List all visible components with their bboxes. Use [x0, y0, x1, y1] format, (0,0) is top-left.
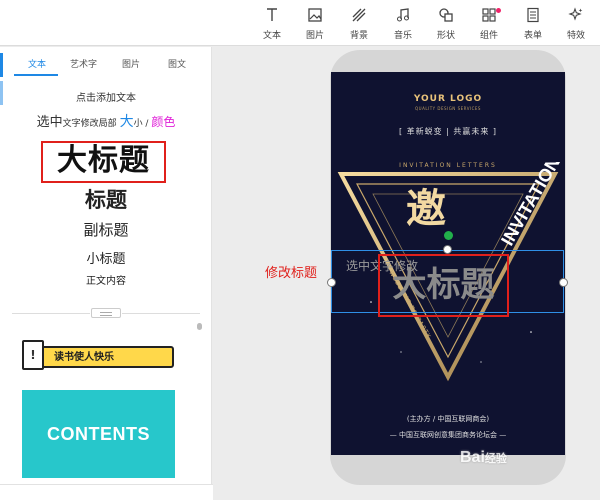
music-icon: [394, 6, 412, 24]
tab-text[interactable]: 文本: [28, 57, 46, 70]
contents-card-sample[interactable]: CONTENTS: [22, 390, 175, 478]
toolbar-text-label: 文本: [262, 31, 281, 41]
toolbar-form-label: 表单: [523, 31, 542, 41]
mixed-style-text-sample[interactable]: 选中文字修改局部 大小 / 颜色: [0, 111, 211, 131]
add-text-button[interactable]: 点击添加文本: [0, 89, 211, 104]
poster-main-char: 邀: [406, 185, 446, 232]
subtitle-sample[interactable]: 副标题: [0, 219, 211, 240]
top-toolbar: 文本 图片 背景 音乐 形状 组件 表单 特效: [0, 0, 600, 46]
toolbar-effects-button[interactable]: 特效: [558, 6, 594, 44]
mixed-part-2: 文字修改局部: [62, 119, 117, 129]
poster-host-text[interactable]: (主办方 / 中国互联网商会): [331, 414, 565, 424]
scrollbar-thumb[interactable]: [197, 323, 202, 330]
contents-card-text: CONTENTS: [47, 423, 150, 444]
poster-org-text[interactable]: — 中国互联网创意集团商务论坛会 —: [331, 430, 565, 440]
toolbar-shape-label: 形状: [436, 31, 455, 41]
title-sample[interactable]: 标题: [0, 184, 211, 214]
toolbar-component-label: 组件: [479, 31, 498, 41]
active-tab-underline: [14, 74, 58, 76]
modify-title-annotation: 修改标题: [265, 266, 318, 281]
toolbar-image-button[interactable]: 图片: [297, 6, 333, 44]
form-icon: [524, 6, 542, 24]
toolbar-music-label: 音乐: [393, 31, 412, 41]
watermark-suffix: 经验: [484, 453, 507, 465]
section-drag-handle[interactable]: [91, 308, 121, 318]
watermark-main: Bai: [460, 449, 485, 466]
toolbar-image-label: 图片: [305, 31, 324, 41]
exclamation-icon: !: [22, 340, 44, 370]
selected-text-element[interactable]: 选中文字修改 大标题: [327, 231, 568, 317]
toolbar-form-button[interactable]: 表单: [515, 6, 551, 44]
mixed-part-1: 选中: [36, 115, 63, 130]
poster-slogan[interactable]: [ 革新蜕变 | 共赢未来 ]: [331, 126, 565, 137]
small-title-sample[interactable]: 小标题: [0, 248, 211, 267]
selected-big-title[interactable]: 大标题: [378, 254, 509, 317]
mixed-part-4: 小 /: [133, 119, 152, 129]
toolbar-background-button[interactable]: 背景: [341, 6, 377, 44]
toolbar-music-button[interactable]: 音乐: [385, 6, 421, 44]
banner-text: 读书使人快乐: [54, 352, 114, 363]
shape-icon: [437, 6, 455, 24]
body-text-sample[interactable]: 正文内容: [0, 272, 211, 287]
toolbar-background-label: 背景: [349, 31, 368, 41]
resize-handle-left[interactable]: [327, 278, 336, 287]
toolbar-component-button[interactable]: 组件: [471, 6, 507, 44]
section-divider: [12, 313, 90, 314]
toolbar-text-button[interactable]: 文本: [254, 6, 290, 44]
mixed-part-5: 颜色: [151, 115, 176, 129]
mixed-part-3: 大: [119, 114, 134, 130]
text-icon: [263, 6, 281, 24]
poster-logo-subtitle: QUALITY DESIGN SERVICES: [415, 106, 481, 111]
tab-image-text[interactable]: 图文: [168, 57, 186, 70]
image-icon: [306, 6, 324, 24]
tab-art-text[interactable]: 艺术字: [70, 57, 97, 70]
art-text-banner-sample[interactable]: ! 读书使人快乐: [22, 340, 177, 374]
panel-active-indicator: [0, 53, 3, 77]
baidu-watermark-logo: Bai经验: [460, 449, 507, 467]
notification-dot: [496, 8, 501, 13]
resize-handle-top[interactable]: [443, 245, 452, 254]
toolbar-shape-button[interactable]: 形状: [428, 6, 464, 44]
toolbar-effects-label: 特效: [566, 31, 585, 41]
effects-icon: [567, 6, 585, 24]
background-icon: [350, 6, 368, 24]
poster-logo[interactable]: YOUR LOGO: [331, 94, 565, 104]
section-divider: [122, 313, 200, 314]
tab-image[interactable]: 图片: [122, 57, 140, 70]
rotate-handle[interactable]: [444, 231, 453, 240]
panel-tabs: 文本 艺术字 图片 图文: [12, 57, 202, 76]
big-title-sample[interactable]: 大标题: [41, 141, 166, 183]
text-library-panel: 文本 艺术字 图片 图文 点击添加文本 选中文字修改局部 大小 / 颜色 大标题…: [0, 47, 212, 500]
resize-handle-right[interactable]: [559, 278, 568, 287]
panel-bottom-bar: [0, 484, 213, 500]
